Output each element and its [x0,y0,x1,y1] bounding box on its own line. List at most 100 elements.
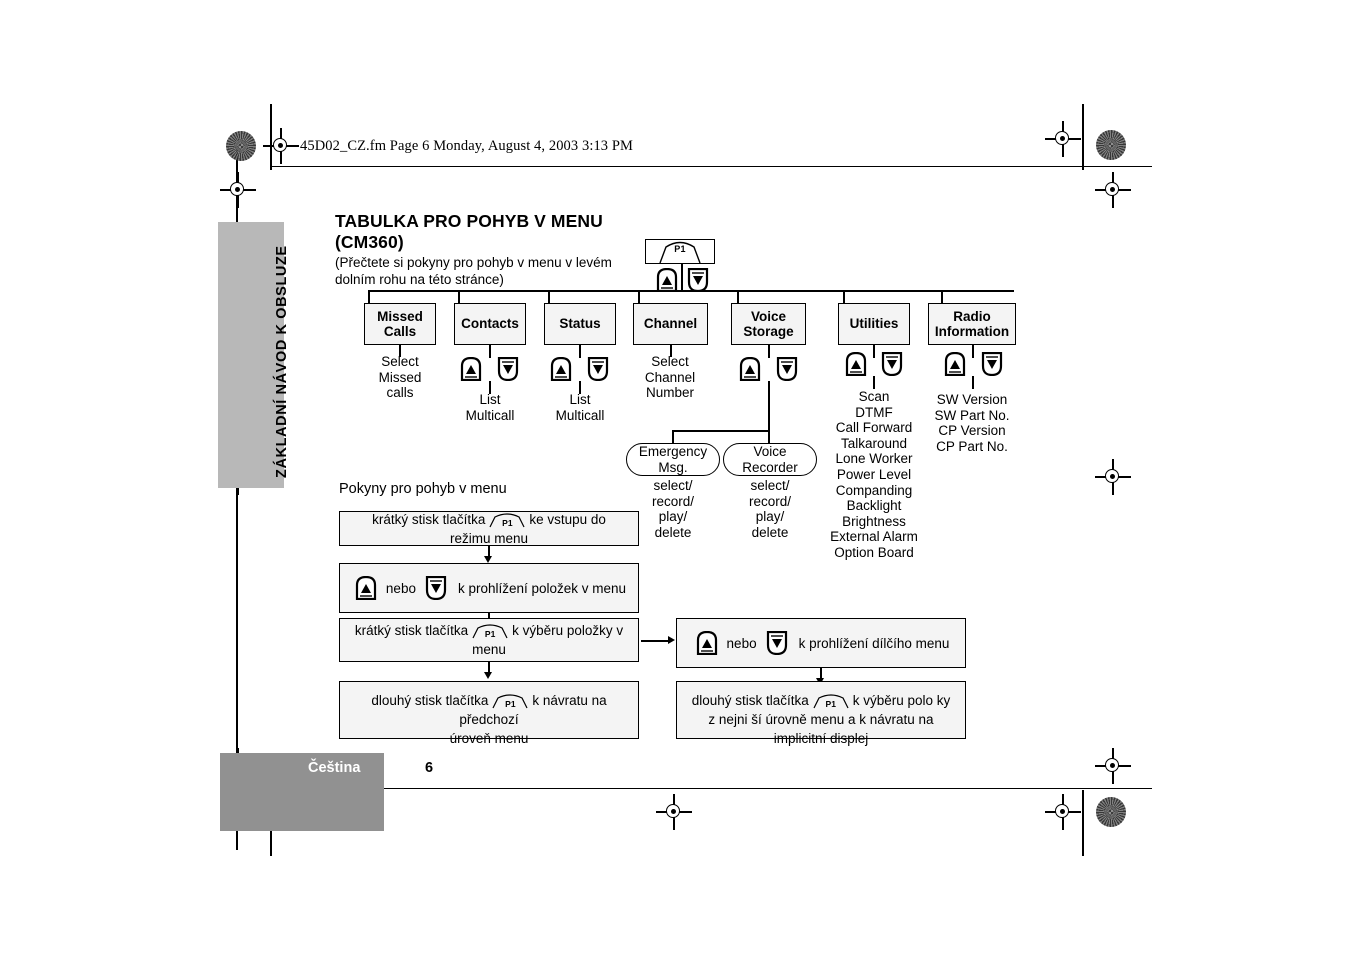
halftone-patch-bottom-right [1096,797,1126,827]
menu-node-utilities[interactable]: Utilities [838,303,910,345]
p1-key-icon: P1 [470,622,510,639]
halftone-patch-top-right [1096,130,1126,160]
up-arrow-icon [845,351,867,377]
menu-caption-channel: Select Channel Number [644,354,696,401]
instructions-heading: Pokyny pro pohyb v menu [339,481,507,497]
down-arrow-icon [766,630,788,656]
p1-key-icon: P1 [656,239,704,265]
menu-node-radio-information[interactable]: Radio Information [928,303,1016,345]
node-stem-contacts [489,345,491,358]
p1-key-label: P1 [674,243,686,254]
menu-node-status[interactable]: Status [544,303,616,345]
node-stem-utilities [873,345,875,358]
up-arrow-icon [656,267,678,293]
instruction-text-pre: dlouhý stisk tlačítka [691,693,809,708]
down-arrow-icon [776,356,798,382]
arrowhead-right [668,636,675,644]
instruction-box-select-lowest: dlouhý stisk tlačítka P1 k výběru polo ky … [676,681,966,746]
instruction-box-browse-items: nebo k prohlížení položek v menu [339,563,639,613]
voice-storage-drop-emergency [672,430,674,443]
halftone-patch-top-left [226,131,256,161]
up-arrow-icon [460,356,482,382]
down-arrow-icon [425,575,447,601]
tree-drop-6 [843,290,845,303]
down-arrow-icon [687,267,709,293]
menu-node-channel[interactable]: Channel [633,303,708,345]
menu-caption-missed-calls: Select Missed calls [378,354,422,401]
tree-drop-5 [737,290,739,303]
p1-key-label: P1 [484,629,496,639]
up-arrow-icon [550,356,572,382]
registration-mark-bottom-center [656,794,692,830]
registration-mark-right-middle [1095,172,1131,208]
tree-drop-1 [368,290,370,303]
node-stem-radio-information [972,345,974,358]
printed-page: 45D02_CZ.fm Page 6 Monday, August 4, 200… [0,0,1351,954]
node-stem-status [579,345,581,358]
crop-rule-footer [272,788,1152,790]
voice-storage-drop-recorder [768,430,770,443]
p1-key-label: P1 [502,517,513,528]
up-arrow-icon [696,630,718,656]
page-subtitle: (Přečtete si pokyny pro pohyb v menu v l… [335,255,612,287]
menu-caption-status: List Multicall [555,392,605,423]
instruction-box-select-item: krátký stisk tlačítka P1 k výběru položky … [339,618,639,662]
arrow-stem-radio-information [972,376,974,389]
instruction-text-pre: krátký stisk tlačítka [372,511,486,527]
registration-mark-right-center [1095,459,1131,495]
menu-caption-contacts: List Multicall [465,392,515,423]
registration-mark-left-upper [220,172,256,208]
instruction-text-post: k prohlížení položek v menu [457,581,627,596]
down-arrow-icon [497,356,519,382]
p1-key-label: P1 [825,699,836,709]
tree-drop-7 [941,290,943,303]
voice-storage-stem [768,381,770,431]
menu-node-voice-storage[interactable]: Voice Storage [731,303,806,345]
p1-key-icon: P1 [490,692,530,709]
instruction-text-mid: nebo [385,581,416,596]
arrow-stem-utilities [873,376,875,389]
instruction-text-mid: nebo [726,636,757,651]
arrowhead-down-1 [484,556,492,563]
p1-key-box: P1 [645,239,715,264]
registration-mark-bottom-right [1045,794,1081,830]
tree-drop-3 [548,290,550,303]
tree-bus [368,290,1014,292]
down-arrow-icon [881,351,903,377]
instruction-box-return-previous: dlouhý stisk tlačítka P1 k návratu na před… [339,681,639,746]
instruction-text-post: k prohlížení dílčího menu [798,636,950,651]
up-arrow-icon [355,575,377,601]
registration-mark-top-left [263,128,299,164]
crop-rule-header [272,166,1152,168]
section-tab-label: ZÁKLADNÍ NÁVOD K OBSLUZE [274,245,290,478]
page-number: 6 [425,760,434,776]
menu-caption-radio-information: SW Version SW Part No. CP Version CP Par… [934,392,1010,454]
instruction-text-pre: krátký stisk tlačítka [354,623,469,638]
p1-key-label: P1 [505,699,516,709]
up-arrow-icon [739,356,761,382]
p1-key-icon: P1 [487,511,527,528]
footer-language: Čeština [308,760,361,776]
menu-node-emergency-msg[interactable]: Emergency Msg. [626,443,720,476]
file-stamp: 45D02_CZ.fm Page 6 Monday, August 4, 200… [300,138,634,154]
instruction-box-enter-menu: krátký stisk tlačítka P1 ke vstupu do reži… [339,511,639,546]
registration-mark-right-lower [1095,748,1131,784]
menu-node-contacts[interactable]: Contacts [454,303,526,345]
p1-key-icon: P1 [811,692,851,709]
menu-node-missed-calls[interactable]: Missed Calls [364,303,436,345]
tree-drop-2 [458,290,460,303]
instruction-box-browse-submenu: nebo k prohlížení dílčího menu [676,618,966,668]
menu-node-voice-recorder[interactable]: Voice Recorder [723,443,817,476]
tree-drop-4 [638,290,640,303]
registration-mark-right-upper [1045,121,1081,157]
crop-rule-bottom-right [1082,790,1084,856]
voice-storage-bus [672,430,770,432]
tree-stem-root [681,264,683,291]
menu-caption-voice-recorder: select/ record/ play/ delete [748,478,792,540]
instruction-connector-right [641,640,669,642]
instruction-text-pre: dlouhý stisk tlačítka [371,693,489,708]
crop-rule-top-right [1082,104,1084,170]
page-title: TABULKA PRO POHYB V MENU (CM360) [335,211,603,252]
node-stem-voice-storage [768,345,770,358]
down-arrow-icon [981,351,1003,377]
